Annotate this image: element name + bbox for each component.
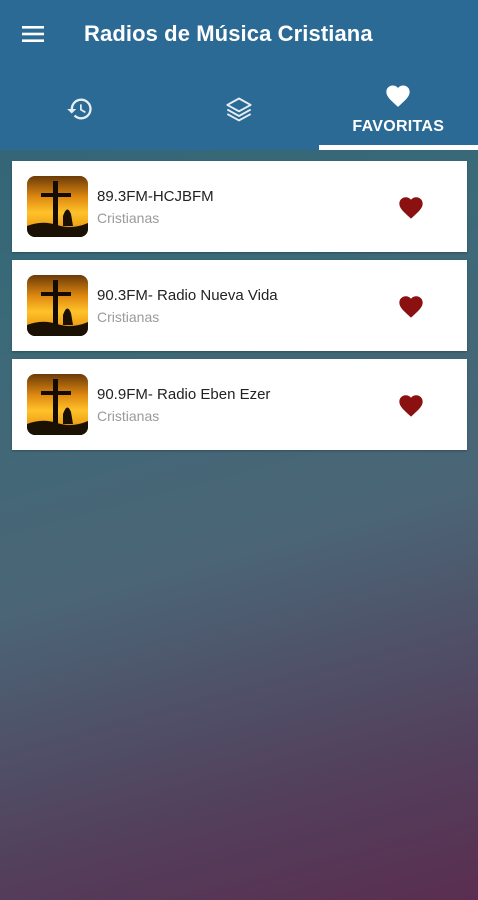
active-tab-indicator xyxy=(318,145,478,150)
layers-icon xyxy=(226,97,252,122)
heart-icon xyxy=(399,394,423,417)
tab-favoritas-label: FAVORITAS xyxy=(352,118,445,135)
cross-sunset-image xyxy=(27,374,88,435)
station-genre: Cristianas xyxy=(97,407,160,424)
heart-icon xyxy=(386,85,410,107)
tab-bar: FAVORITAS xyxy=(0,68,478,150)
station-name: 90.9FM- Radio Eben Ezer xyxy=(97,385,271,403)
heart-icon xyxy=(399,196,423,219)
station-item[interactable]: 89.3FM-HCJBFM Cristianas xyxy=(12,161,467,252)
station-texts: 90.9FM- Radio Eben Ezer Cristianas xyxy=(97,386,391,424)
app-bar: Radios de Música Cristiana xyxy=(0,0,478,68)
heart-icon xyxy=(399,295,423,318)
favorite-button[interactable] xyxy=(391,286,431,326)
station-genre: Cristianas xyxy=(97,308,160,325)
station-name: 89.3FM-HCJBFM xyxy=(97,187,214,205)
cross-sunset-image xyxy=(27,176,88,237)
station-list: 89.3FM-HCJBFM Cristianas 90.3FM- Radio N… xyxy=(12,161,467,458)
cross-sunset-image xyxy=(27,275,88,336)
station-logo xyxy=(27,374,88,435)
station-texts: 89.3FM-HCJBFM Cristianas xyxy=(97,188,391,226)
history-icon xyxy=(66,98,92,120)
station-item[interactable]: 90.9FM- Radio Eben Ezer Cristianas xyxy=(12,359,467,450)
tab-history[interactable] xyxy=(0,68,159,150)
hamburger-menu-icon xyxy=(22,26,44,42)
station-texts: 90.3FM- Radio Nueva Vida Cristianas xyxy=(97,287,391,325)
station-logo xyxy=(27,275,88,336)
app-title: Radios de Música Cristiana xyxy=(84,21,373,46)
favorite-button[interactable] xyxy=(391,187,431,227)
menu-button[interactable] xyxy=(0,0,66,68)
station-logo xyxy=(27,176,88,237)
station-name: 90.3FM- Radio Nueva Vida xyxy=(97,286,278,304)
tab-favoritas[interactable]: FAVORITAS xyxy=(318,68,478,150)
station-item[interactable]: 90.3FM- Radio Nueva Vida Cristianas xyxy=(12,260,467,351)
tab-categories[interactable] xyxy=(159,68,318,150)
station-genre: Cristianas xyxy=(97,209,160,226)
favorite-button[interactable] xyxy=(391,385,431,425)
